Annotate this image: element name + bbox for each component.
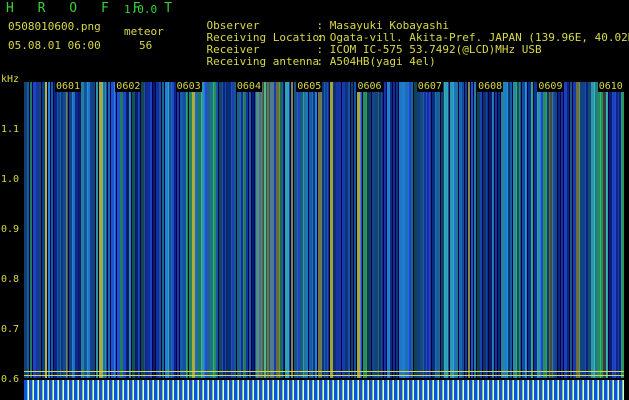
meteor-label: meteor bbox=[124, 25, 164, 38]
y-tick: 0.7 bbox=[1, 324, 20, 335]
x-tick: 0601 bbox=[55, 81, 82, 92]
reference-line bbox=[24, 375, 624, 376]
x-tick: 0603 bbox=[175, 81, 202, 92]
x-tick: 0604 bbox=[235, 81, 262, 92]
y-tick: 0.6 bbox=[1, 374, 20, 385]
y-tick: 0.9 bbox=[1, 224, 20, 235]
x-tick: 0606 bbox=[356, 81, 383, 92]
y-tick: 1.0 bbox=[1, 174, 20, 185]
filename: 0508010600.png bbox=[8, 20, 101, 33]
x-tick: 0602 bbox=[115, 81, 142, 92]
x-tick: 0605 bbox=[296, 81, 323, 92]
y-tick: 1.1 bbox=[1, 124, 20, 135]
app-version: 1.0.0 bbox=[124, 3, 158, 16]
datetime: 05.08.01 06:00 bbox=[8, 39, 101, 52]
spectrogram bbox=[24, 82, 625, 378]
y-unit-label: kHz bbox=[1, 74, 20, 85]
meteor-count: 56 bbox=[139, 39, 153, 52]
y-tick: 0.8 bbox=[1, 274, 20, 285]
x-tick: 0609 bbox=[537, 81, 564, 92]
x-tick: 0608 bbox=[477, 81, 504, 92]
reference-line bbox=[24, 371, 624, 372]
x-tick: 0610 bbox=[597, 81, 624, 92]
spectrogram-canvas bbox=[24, 82, 625, 378]
x-tick: 0607 bbox=[416, 81, 443, 92]
antenna-value: : A504HB(yagi 4el) bbox=[316, 55, 436, 68]
signal-strength-strip bbox=[24, 380, 624, 400]
